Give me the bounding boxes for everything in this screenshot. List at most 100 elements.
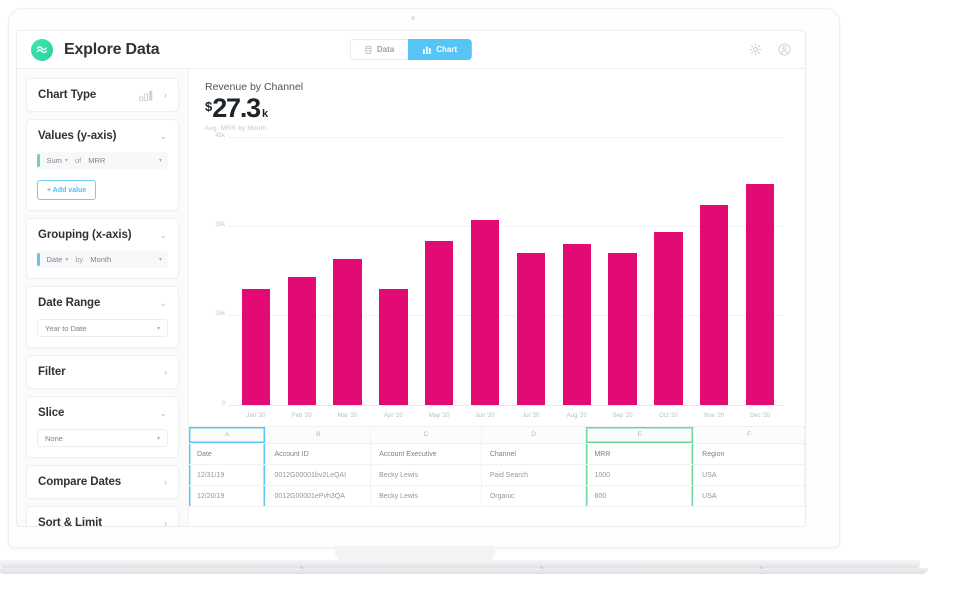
sidebar-section-compare-dates-header[interactable]: Compare Dates ›: [27, 466, 178, 498]
table-cell[interactable]: 0012G00001ePvh3QA: [265, 485, 372, 508]
table-column-header[interactable]: B: [265, 426, 372, 445]
chart-bar-column[interactable]: [600, 138, 646, 405]
chevron-down-icon[interactable]: ▾: [159, 256, 162, 263]
table-cell[interactable]: 1000: [585, 464, 695, 487]
chart-bar[interactable]: [516, 252, 546, 405]
chart-bar-column[interactable]: [737, 138, 783, 405]
view-mode-tabs: Data Chart: [349, 39, 473, 60]
table-column-header[interactable]: E: [585, 426, 695, 445]
sidebar-section-date-range-title: Date Range: [38, 297, 101, 309]
sidebar-section-slice-title: Slice: [38, 407, 65, 419]
chart-bar[interactable]: [699, 205, 729, 405]
sidebar-section-chart-type[interactable]: Chart Type ›: [26, 78, 179, 112]
sidebar-section-date-range-header[interactable]: Date Range ⌄: [27, 287, 178, 319]
sidebar-section-values-header[interactable]: Values (y-axis) ⌄: [27, 120, 178, 152]
table-column-header[interactable]: F: [693, 426, 805, 445]
value-accent-bar: [37, 154, 40, 167]
chart-bar-column[interactable]: [325, 138, 371, 405]
table-cell[interactable]: Becky Lewis: [370, 464, 482, 487]
chart-bar[interactable]: [379, 288, 408, 405]
add-value-button[interactable]: + Add value: [37, 180, 97, 200]
tab-chart[interactable]: Chart: [408, 39, 473, 60]
aggregation-label: Sum: [46, 156, 62, 165]
chart-bar[interactable]: [425, 240, 454, 405]
chart-bar-column[interactable]: [554, 138, 600, 405]
chart-bar[interactable]: [562, 243, 591, 405]
chevron-down-icon[interactable]: ▾: [159, 157, 162, 164]
tab-data[interactable]: Data: [349, 39, 409, 60]
chevron-right-icon: ›: [164, 366, 167, 377]
chart-bar-column[interactable]: [279, 138, 325, 405]
header-actions: [749, 43, 791, 56]
table-cell[interactable]: MRR: [585, 443, 695, 466]
user-avatar-icon[interactable]: [778, 43, 791, 56]
value-row[interactable]: Sum ▾ of MRR ▾: [37, 152, 168, 169]
chart-bar[interactable]: [608, 252, 637, 405]
database-icon: [365, 45, 372, 54]
chart-bar-column[interactable]: [691, 138, 737, 405]
chart-bar[interactable]: [241, 288, 271, 405]
sidebar-section-grouping[interactable]: Grouping (x-axis) ⌄ Date ▾ by Month ▾: [26, 218, 179, 279]
sidebar-section-values-body: Sum ▾ of MRR ▾ + Add value: [27, 152, 178, 210]
table-cell[interactable]: Becky Lewis: [370, 485, 482, 508]
table-cell[interactable]: Date: [189, 443, 267, 466]
sidebar-section-slice-header[interactable]: Slice ⌄: [27, 397, 178, 429]
data-table-wrapper[interactable]: ABCDEF Date Account ID Account Executive Ch…: [189, 425, 805, 526]
sidebar-section-grouping-body: Date ▾ by Month ▾: [27, 251, 178, 278]
table-cell[interactable]: USA: [693, 485, 805, 508]
table-column-letters-row: ABCDEF: [189, 426, 805, 445]
chart-bar-column[interactable]: [370, 138, 416, 405]
chart-y-tick-label: 0: [221, 400, 225, 407]
sidebar-section-slice[interactable]: Slice ⌄ None ▾: [26, 396, 179, 458]
table-cell[interactable]: Organic: [481, 485, 587, 508]
table-cell[interactable]: 0012G00001bv2LeQAI: [265, 464, 372, 487]
chart-bar[interactable]: [745, 184, 775, 405]
table-column-header[interactable]: A: [189, 426, 267, 445]
table-field-row[interactable]: Date Account ID Account Executive Channel MR…: [189, 443, 805, 466]
chart-bar[interactable]: [287, 276, 316, 405]
chart-bar[interactable]: [333, 258, 362, 405]
slice-select[interactable]: None ▾: [37, 429, 168, 447]
waves-logo-icon: [31, 38, 53, 61]
sidebar-section-compare-dates[interactable]: Compare Dates ›: [26, 465, 179, 499]
chart-bar[interactable]: [470, 220, 500, 405]
sidebar-section-grouping-header[interactable]: Grouping (x-axis) ⌄: [27, 219, 178, 251]
sidebar-section-filter[interactable]: Filter ›: [26, 355, 179, 389]
dimension-select[interactable]: Date ▾: [47, 255, 69, 264]
app-header: Explore Data Data Chart: [17, 31, 805, 69]
chart-bar-column[interactable]: [416, 138, 462, 405]
sidebar-section-sort-limit-header[interactable]: Sort & Limit ›: [27, 507, 178, 526]
chart-bar-column[interactable]: [645, 138, 691, 405]
sidebar-section-filter-header[interactable]: Filter ›: [27, 356, 178, 388]
chart-x-tick-label: Oct '20: [658, 412, 678, 419]
table-cell[interactable]: Account Executive: [370, 443, 482, 466]
table-row[interactable]: 12/20/19 0012G00001ePvh3QA Becky Lewis Orga…: [189, 485, 805, 508]
chart-bar-column[interactable]: [508, 138, 554, 405]
table-row[interactable]: 12/31/19 0012G00001bv2LeQAI Becky Lewis Pai…: [189, 464, 805, 487]
chart-x-tick-label: May '20: [428, 412, 450, 419]
table-cell[interactable]: 600: [585, 485, 695, 508]
table-cell[interactable]: Account ID: [265, 443, 372, 466]
sidebar-section-filter-title: Filter: [38, 366, 66, 378]
table-cell[interactable]: 12/20/19: [189, 485, 267, 508]
table-cell[interactable]: Region: [693, 443, 805, 466]
table-column-header[interactable]: C: [370, 426, 482, 445]
table-cell[interactable]: 12/31/19: [189, 464, 267, 487]
chart-x-axis: Jan '20 Feb '20 Mar '20 Apr '20 May '20 Jun '…: [233, 413, 783, 419]
chart-bar-column[interactable]: [233, 138, 279, 405]
chart-bar-column[interactable]: [462, 138, 508, 405]
aggregation-select[interactable]: Sum ▾: [47, 156, 68, 165]
grouping-row[interactable]: Date ▾ by Month ▾: [37, 251, 168, 268]
sidebar-section-values[interactable]: Values (y-axis) ⌄ Sum ▾ of MRR ▾ + Add v…: [26, 119, 179, 211]
date-range-select[interactable]: Year to Date ▾: [37, 319, 168, 337]
table-cell[interactable]: Channel: [481, 443, 587, 466]
gear-icon[interactable]: [749, 43, 762, 56]
sidebar-section-chart-type-header[interactable]: Chart Type ›: [27, 79, 178, 111]
sidebar-section-sort-limit[interactable]: Sort & Limit ›: [26, 506, 179, 526]
sidebar-section-date-range[interactable]: Date Range ⌄ Year to Date ▾: [26, 286, 179, 348]
table-cell[interactable]: Paid Search: [481, 464, 587, 487]
sidebar-section-compare-dates-title: Compare Dates: [38, 476, 122, 488]
table-column-header[interactable]: D: [481, 426, 587, 445]
table-cell[interactable]: USA: [693, 464, 805, 487]
chart-bar[interactable]: [654, 231, 683, 405]
